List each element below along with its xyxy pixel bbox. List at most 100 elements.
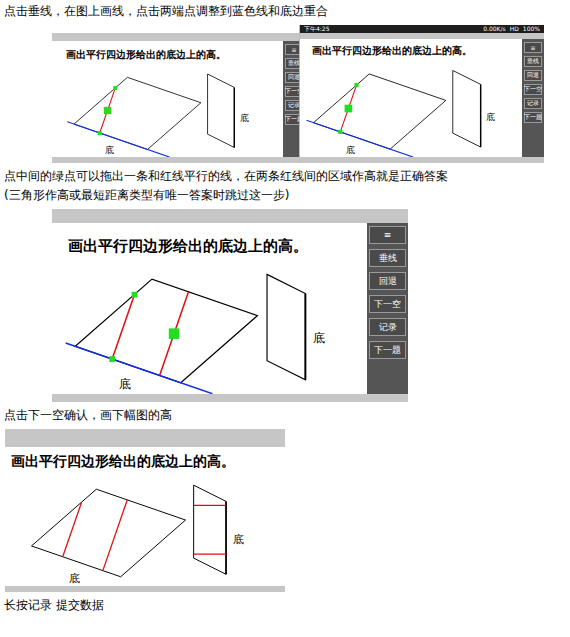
instruction-line: (三角形作高或最短距离类型有唯一答案时跳过这一步) — [4, 188, 566, 203]
status-bar: 下午4:25 0.00K/s HD 100% — [300, 25, 544, 33]
screenshot-row: 画出平行四边形给出的底边上的高。底底 — [4, 429, 566, 592]
status-indicators: 0.00K/s HD 100% — [483, 25, 540, 33]
work-area: 画出平行四边形给出的底边上的高。底底 — [5, 447, 285, 586]
tool-button[interactable]: ≡ — [524, 42, 542, 53]
height-line[interactable] — [194, 553, 226, 554]
drawing-canvas[interactable]: 底底 — [52, 260, 367, 394]
top-strip — [52, 209, 408, 223]
question-title: 画出平行四边形给出的底边上的高。 — [5, 447, 285, 473]
drawing-canvas[interactable]: 底底 — [300, 60, 522, 158]
drag-handle[interactable] — [98, 130, 102, 134]
drag-handle[interactable] — [109, 356, 115, 362]
tool-button[interactable]: 回退 — [524, 70, 542, 81]
parallelogram — [208, 74, 235, 147]
base-label: 底 — [346, 145, 355, 155]
base-label: 底 — [69, 571, 80, 583]
tool-button[interactable]: 回退 — [369, 272, 406, 290]
app-screenshot: 画出平行四边形给出的底边上的高。底底≡垂线回退下一空记录下一题 — [52, 209, 408, 402]
instruction-line: 点中间的绿点可以拖出一条和红线平行的线，在两条红线间的区域作高就是正确答案 — [4, 169, 566, 184]
work-area: 画出平行四边形给出的底边上的高。底底 — [300, 39, 522, 157]
base-edge — [234, 87, 235, 147]
drawing-canvas[interactable]: 底底 — [52, 64, 283, 158]
drag-handle[interactable] — [338, 129, 342, 133]
drag-handle[interactable] — [354, 83, 358, 87]
drag-handle[interactable] — [113, 86, 117, 90]
parallelogram — [75, 279, 257, 383]
tool-button[interactable]: 垂线 — [524, 56, 542, 67]
tutorial-document: 点击垂线，在图上画线，点击两端点调整到蓝色线和底边重合画出平行四边形给出的底边上… — [0, 0, 570, 637]
status-signal: HD — [510, 25, 519, 33]
height-line[interactable] — [63, 502, 82, 556]
parallelogram-figure: 底 — [66, 279, 258, 393]
top-strip — [52, 33, 305, 41]
base-label: 底 — [486, 111, 495, 121]
parallelogram-figure: 底 — [267, 274, 325, 379]
parallelogram — [32, 489, 186, 577]
bottom-strip — [52, 157, 305, 163]
bottom-strip — [300, 157, 544, 163]
base-label: 底 — [119, 376, 131, 391]
base-edge — [304, 293, 306, 379]
question-title: 画出平行四边形给出的底边上的高。 — [300, 39, 522, 60]
parallelogram — [74, 77, 201, 149]
height-line[interactable] — [100, 88, 116, 133]
work-area: 画出平行四边形给出的底边上的高。底底 — [52, 41, 283, 157]
instruction-line: 点击垂线，在图上画线，点击两端点调整到蓝色线和底边重合 — [4, 4, 566, 19]
base-edge — [480, 84, 481, 147]
parallelogram — [267, 274, 305, 379]
base-label: 底 — [240, 113, 249, 123]
base-label: 底 — [105, 145, 114, 155]
height-line[interactable] — [112, 294, 134, 358]
base-edge — [225, 501, 227, 574]
tool-sidebar: ≡ 垂线回退下一空记录下一题 — [367, 223, 408, 394]
tool-button[interactable]: 垂线 — [369, 249, 406, 267]
instruction-line: 长按记录 提交数据 — [4, 598, 566, 613]
height-line[interactable] — [194, 504, 226, 505]
screen-body: 画出平行四边形给出的底边上的高。底底≡垂线回退下一空记录下一题 — [52, 41, 305, 157]
height-line[interactable] — [160, 292, 189, 376]
parallelogram-figure: 底 — [453, 70, 495, 147]
parallelogram-figure: 底 — [32, 489, 186, 583]
screen-body: 画出平行四边形给出的底边上的高。底底 — [5, 447, 285, 586]
status-time: 下午4:25 — [304, 25, 329, 33]
parallelogram — [453, 70, 481, 147]
screen-body: 画出平行四边形给出的底边上的高。底底≡垂线回退下一空记录下一题 — [52, 223, 408, 394]
base-label: 底 — [313, 330, 325, 345]
status-battery: 100% — [523, 25, 540, 33]
drag-handle[interactable] — [169, 328, 180, 339]
height-line[interactable] — [340, 85, 356, 132]
top-strip — [5, 429, 285, 447]
tool-button[interactable]: ≡ — [369, 226, 406, 244]
tool-button[interactable]: 下一题 — [524, 112, 542, 123]
screenshot-row: 画出平行四边形给出的底边上的高。底底≡垂线回退下一空记录下一题 — [4, 209, 566, 402]
tool-button[interactable]: 下一空 — [524, 84, 542, 95]
parallelogram — [194, 485, 226, 574]
tool-button[interactable]: 下一空 — [369, 295, 406, 313]
work-area: 画出平行四边形给出的底边上的高。底底 — [52, 223, 367, 394]
status-network: 0.00K/s — [483, 25, 505, 33]
question-title: 画出平行四边形给出的底边上的高。 — [52, 41, 283, 64]
parallelogram-figure: 底 — [208, 74, 249, 147]
tool-button[interactable]: 记录 — [524, 98, 542, 109]
tool-button[interactable]: 记录 — [369, 318, 406, 336]
drag-handle[interactable] — [345, 104, 353, 112]
screen-body: 画出平行四边形给出的底边上的高。底底≡垂线回退下一空记录下一题 — [300, 39, 544, 157]
app-screenshot: 画出平行四边形给出的底边上的高。底底≡垂线回退下一空记录下一题 — [52, 33, 305, 163]
base-line — [66, 343, 213, 394]
parallelogram — [314, 73, 446, 148]
instruction-line: 点击下一空确认，画下幅图的高 — [4, 408, 566, 423]
parallelogram-figure: 底 — [67, 77, 201, 157]
base-label: 底 — [233, 532, 244, 544]
base-line — [67, 121, 169, 156]
instruction-text: 点击下一空确认，画下幅图的高 — [4, 408, 566, 423]
base-line — [307, 120, 414, 157]
tool-button[interactable]: 下一题 — [369, 341, 406, 359]
drag-handle[interactable] — [104, 106, 111, 113]
drawing-canvas[interactable]: 底底 — [5, 473, 285, 587]
bottom-strip — [52, 394, 408, 402]
drag-handle[interactable] — [132, 291, 138, 297]
height-line[interactable] — [103, 499, 127, 570]
parallelogram-figure: 底 — [194, 485, 244, 574]
instruction-text: 长按记录 提交数据 — [4, 598, 566, 613]
question-title: 画出平行四边形给出的底边上的高。 — [52, 223, 367, 260]
